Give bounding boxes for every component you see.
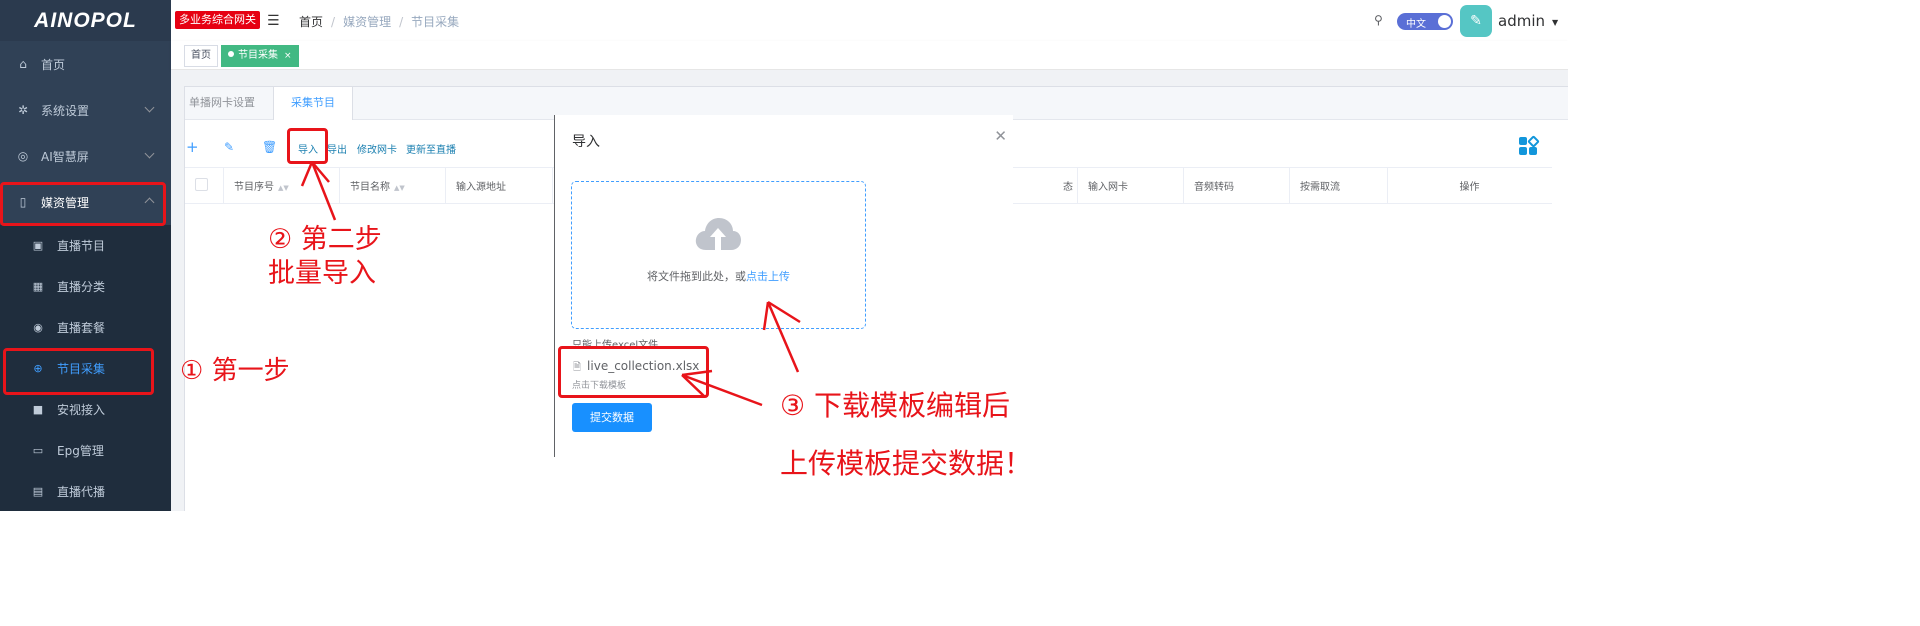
arrow-step2-shaft [310, 161, 337, 221]
annotation-step1: ① 第一步 [180, 356, 290, 386]
annotation-step2-detail: 批量导入 [268, 258, 376, 289]
annotation-arrows [300, 161, 801, 407]
annotation-step3-detail: 上传模板提交数据！ [780, 447, 1033, 480]
arrow-step3b-shaft [681, 373, 763, 407]
annotation-step3: ③ 下载模板编辑后 [780, 389, 1011, 422]
annotation-step2: ② 第二步 [268, 224, 382, 255]
app-window: AINOPOL ⌂ 首页 ✲ 系统设置 ◎ AI智慧屏 ▯ 媒资管理 ▣ 直播节… [0, 0, 1568, 511]
